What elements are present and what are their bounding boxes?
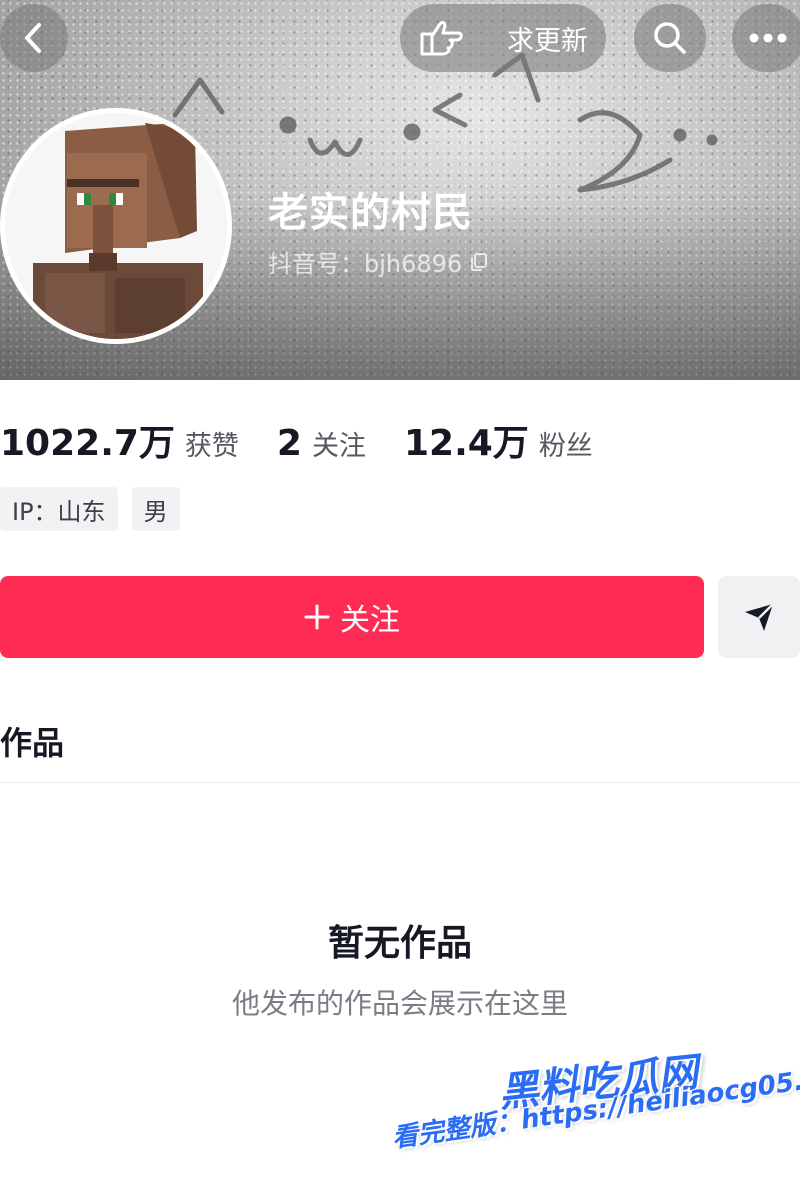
stat-likes-label: 获赞 [184,431,239,462]
stat-followers[interactable]: 12.4万 粉丝 [404,414,593,466]
empty-state-subtitle: 他发布的作品会展示在这里 [231,987,568,1020]
search-icon [654,22,686,54]
stat-likes-value: 1022.7万 [0,423,175,464]
villager-avatar-image [5,113,227,339]
send-message-button[interactable] [718,576,800,658]
profile-stats: 1022.7万 获赞 2 关注 12.4万 粉丝 [0,414,631,466]
chevron-left-icon [25,23,41,53]
divider [0,782,800,783]
stat-followers-value: 12.4万 [403,423,529,464]
stat-following-value: 2 [276,423,302,464]
more-dots-icon [749,33,787,43]
plus-icon [304,604,330,630]
copy-icon[interactable] [468,251,490,273]
display-name: 老实的村民 [268,190,473,236]
request-update-button[interactable]: 求更新 [400,4,606,72]
ip-location-tag: IP：山东 [0,487,118,531]
douyin-id-text: 抖音号：bjh6896 [268,250,463,278]
profile-banner: 求更新 老实的村民 抖音号：bjh6896 [0,0,800,380]
stat-followers-label: 粉丝 [538,431,593,462]
pointing-hand-icon [420,20,463,56]
gender-tag: 男 [131,487,180,531]
douyin-id[interactable]: 抖音号：bjh6896 [268,244,490,279]
more-button[interactable] [732,4,800,72]
empty-state-title: 暂无作品 [327,923,472,964]
back-button[interactable] [0,4,68,72]
profile-tags: IP：山东 男 [0,487,180,531]
stat-likes[interactable]: 1022.7万 获赞 [0,414,239,466]
request-update-label: 求更新 [507,25,588,57]
follow-button[interactable]: 关注 [0,576,704,658]
avatar[interactable] [0,108,232,344]
search-button[interactable] [634,4,706,72]
stat-following-label: 关注 [311,431,366,462]
stat-following[interactable]: 2 关注 [277,423,366,464]
tab-works[interactable]: 作品 [0,718,64,764]
follow-label: 关注 [340,603,400,638]
send-arrow-icon [745,603,774,631]
